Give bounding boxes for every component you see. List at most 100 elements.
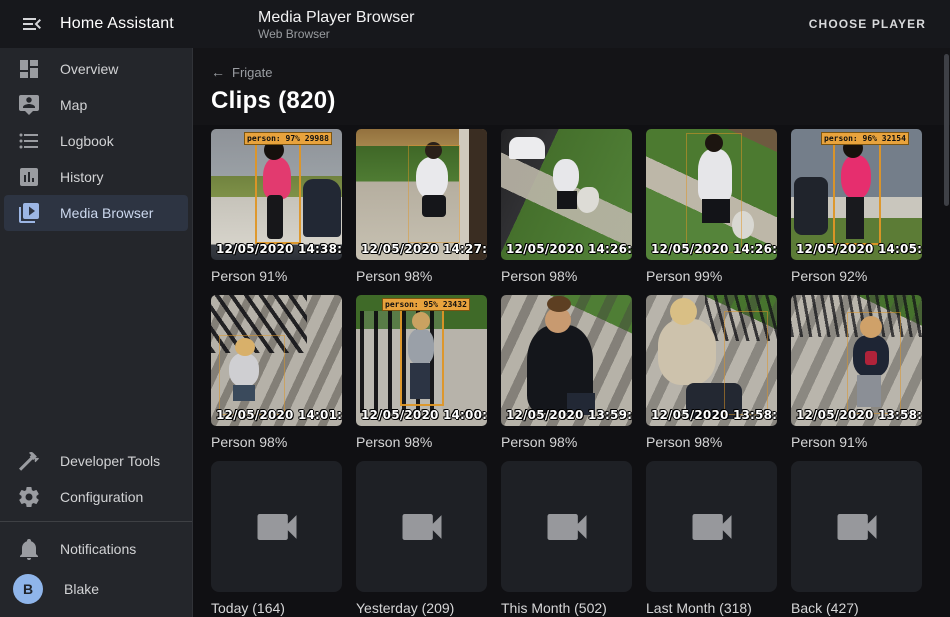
folder-item-this-month[interactable]: This Month (502) <box>501 461 632 616</box>
clip-thumbnail: 12/05/2020 13:58:17 <box>791 295 922 426</box>
sidebar-item-label: Overview <box>60 61 118 77</box>
folder-caption: Today (164) <box>211 600 342 616</box>
folder-thumbnail <box>646 461 777 592</box>
folder-caption: Back (427) <box>791 600 922 616</box>
sidebar-item-label: Configuration <box>60 489 143 505</box>
home-assistant-app: Home Assistant Media Player Browser Web … <box>0 0 950 617</box>
scrollbar-thumb[interactable] <box>944 54 949 206</box>
cog-icon <box>17 485 41 509</box>
clip-item-3[interactable]: 12/05/2020 14:26:07 Person 99% <box>646 129 777 284</box>
video-icon <box>396 501 448 553</box>
clip-item-6[interactable]: person: 95% 23432 12/05/2020 14:00:52 Pe… <box>356 295 487 450</box>
clip-item-9[interactable]: 12/05/2020 13:58:17 Person 91% <box>791 295 922 450</box>
sidebar-item-label: Logbook <box>60 133 114 149</box>
clip-item-4[interactable]: person: 96% 32154 12/05/2020 14:05:17 Pe… <box>791 129 922 284</box>
toolbar: Media Player Browser Web Browser CHOOSE … <box>193 0 950 48</box>
play-box-multiple-icon <box>17 201 41 225</box>
clip-item-5[interactable]: 12/05/2020 14:01:14 Person 98% <box>211 295 342 450</box>
sidebar-item-map[interactable]: Map <box>4 87 188 123</box>
folder-item-yesterday[interactable]: Yesterday (209) <box>356 461 487 616</box>
sidebar-item-logbook[interactable]: Logbook <box>4 123 188 159</box>
clip-timestamp: 12/05/2020 14:26:48 <box>506 242 632 256</box>
clip-item-7[interactable]: 12/05/2020 13:59:49 Person 98% <box>501 295 632 450</box>
folder-thumbnail <box>501 461 632 592</box>
page-header-subtitle: Web Browser <box>258 27 415 41</box>
media-browser-header: ← Frigate Clips (820) <box>193 48 950 125</box>
detection-bbox <box>400 308 444 406</box>
sidebar-item-notifications[interactable]: Notifications <box>4 531 188 567</box>
sidebar-item-label: Developer Tools <box>60 453 160 469</box>
breadcrumb[interactable]: ← Frigate <box>211 64 272 80</box>
folder-item-back[interactable]: Back (427) <box>791 461 922 616</box>
clip-item-0[interactable]: person: 97% 29988 12/05/2020 14:38:47 Pe… <box>211 129 342 284</box>
sidebar-item-label: Media Browser <box>60 205 153 221</box>
clip-item-8[interactable]: 12/05/2020 13:58:30 Person 98% <box>646 295 777 450</box>
clip-timestamp: 12/05/2020 14:38:47 <box>216 242 342 256</box>
clip-caption: Person 98% <box>211 434 342 450</box>
detection-bbox <box>219 335 285 415</box>
clip-thumbnail: 12/05/2020 13:59:49 <box>501 295 632 426</box>
sidebar-item-label: History <box>60 169 104 185</box>
folder-caption: Last Month (318) <box>646 600 777 616</box>
detection-bbox <box>847 312 901 414</box>
clip-timestamp: 12/05/2020 14:01:14 <box>216 408 342 422</box>
detection-tag: person: 95% 23432 <box>382 298 470 311</box>
detection-tag: person: 96% 32154 <box>821 132 909 145</box>
sidebar-divider <box>0 521 192 522</box>
detection-bbox <box>255 142 301 244</box>
video-icon <box>686 501 738 553</box>
sidebar-item-profile[interactable]: B Blake <box>4 567 188 611</box>
media-browser-panel: ← Frigate Clips (820) person: 97% 29988 … <box>193 48 950 617</box>
breadcrumb-label: Frigate <box>232 65 272 80</box>
clip-caption: Person 91% <box>791 434 922 450</box>
detection-bbox <box>408 145 460 243</box>
clip-timestamp: 12/05/2020 14:00:52 <box>361 408 487 422</box>
sidebar-item-history[interactable]: History <box>4 159 188 195</box>
sidebar-footer-nav: Developer Tools Configuration <box>0 440 192 515</box>
clip-item-1[interactable]: 12/05/2020 14:27:35 Person 98% <box>356 129 487 284</box>
folder-item-last-month[interactable]: Last Month (318) <box>646 461 777 616</box>
detection-bbox <box>833 139 881 245</box>
menu-open-icon[interactable] <box>12 4 52 44</box>
sidebar-item-media-browser[interactable]: Media Browser <box>4 195 188 231</box>
sidebar-item-developer-tools[interactable]: Developer Tools <box>4 443 188 479</box>
clip-thumbnail: 12/05/2020 13:58:30 <box>646 295 777 426</box>
detection-tag: person: 97% 29988 <box>244 132 332 145</box>
toolbar-title-block: Media Player Browser Web Browser <box>258 8 415 41</box>
folder-thumbnail <box>356 461 487 592</box>
clip-caption: Person 98% <box>356 268 487 284</box>
video-icon <box>251 501 303 553</box>
clip-caption: Person 99% <box>646 268 777 284</box>
folder-caption: Yesterday (209) <box>356 600 487 616</box>
scrollbar[interactable] <box>944 50 949 615</box>
page-header-title: Media Player Browser <box>258 8 415 27</box>
sidebar-bottom: Notifications B Blake <box>0 528 192 617</box>
back-arrow-icon: ← <box>211 64 225 80</box>
folder-thumbnail <box>791 461 922 592</box>
choose-player-button[interactable]: CHOOSE PLAYER <box>809 17 926 31</box>
clip-timestamp: 12/05/2020 14:26:07 <box>651 242 777 256</box>
format-list-bulleted-icon <box>17 129 41 153</box>
sidebar-item-overview[interactable]: Overview <box>4 51 188 87</box>
folder-item-today[interactable]: Today (164) <box>211 461 342 616</box>
clip-timestamp: 12/05/2020 13:58:30 <box>651 408 777 422</box>
clip-thumbnail: 12/05/2020 14:01:14 <box>211 295 342 426</box>
hammer-icon <box>17 449 41 473</box>
view-dashboard-icon <box>17 57 41 81</box>
clip-timestamp: 12/05/2020 13:59:49 <box>506 408 632 422</box>
detection-bbox <box>686 133 742 253</box>
sidebar-item-configuration[interactable]: Configuration <box>4 479 188 515</box>
clip-thumbnail: person: 96% 32154 12/05/2020 14:05:17 <box>791 129 922 260</box>
page-title: Clips (820) <box>211 87 950 125</box>
folder-thumbnail <box>211 461 342 592</box>
sidebar-spacer <box>0 231 192 440</box>
video-icon <box>541 501 593 553</box>
detection-bbox <box>724 311 768 415</box>
sidebar-header: Home Assistant <box>0 0 193 48</box>
clip-thumbnail: 12/05/2020 14:27:35 <box>356 129 487 260</box>
user-name-label: Blake <box>64 581 99 597</box>
clip-caption: Person 91% <box>211 268 342 284</box>
clip-caption: Person 98% <box>501 434 632 450</box>
clip-item-2[interactable]: 12/05/2020 14:26:48 Person 98% <box>501 129 632 284</box>
clip-caption: Person 98% <box>646 434 777 450</box>
